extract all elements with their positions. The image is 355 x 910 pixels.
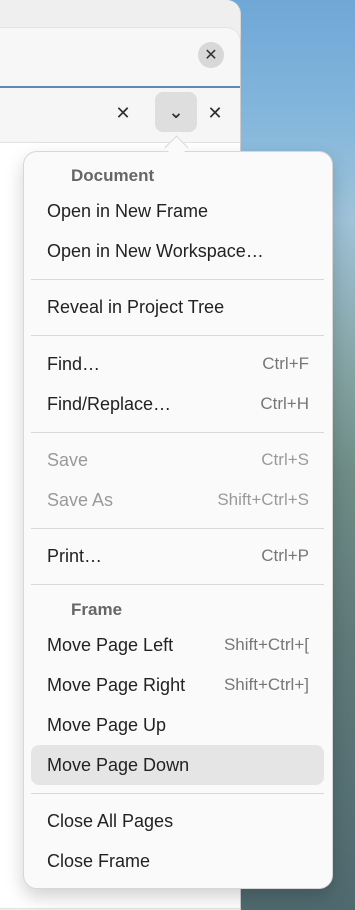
section-header-frame: Frame xyxy=(71,600,123,619)
menu-item-label: Close Frame xyxy=(47,851,151,871)
menu-item-find[interactable]: Find… Ctrl+F xyxy=(31,344,324,384)
menu-item-reveal-project-tree[interactable]: Reveal in Project Tree xyxy=(31,287,324,327)
menu-item-shortcut: Ctrl+S xyxy=(261,450,309,469)
tab-bar: ✕ ⌄ ✕ xyxy=(0,88,240,143)
menu-item-move-page-left[interactable]: Move Page Left Shift+Ctrl+[ xyxy=(31,625,324,665)
menu-divider xyxy=(31,432,324,433)
document-menu: Document Open in New Frame Open in New W… xyxy=(23,151,333,889)
document-menu-button[interactable]: ⌄ xyxy=(155,92,197,132)
menu-item-label: Open in New Workspace… xyxy=(47,241,264,261)
menu-item-shortcut: Shift+Ctrl+S xyxy=(217,490,309,509)
menu-item-label: Move Page Right xyxy=(47,675,186,695)
close-icon: ✕ xyxy=(204,47,218,64)
menu-item-label: Reveal in Project Tree xyxy=(47,297,225,317)
menu-item-move-page-up[interactable]: Move Page Up xyxy=(31,705,324,745)
menu-item-move-page-down[interactable]: Move Page Down xyxy=(31,745,324,785)
menu-item-print[interactable]: Print… Ctrl+P xyxy=(31,536,324,576)
menu-divider xyxy=(31,584,324,585)
close-icon: ✕ xyxy=(115,103,131,123)
menu-item-save[interactable]: Save Ctrl+S xyxy=(31,440,324,480)
menu-item-label: Save xyxy=(47,450,89,470)
menu-item-shortcut: Shift+Ctrl+[ xyxy=(223,635,309,654)
menu-item-label: Move Page Down xyxy=(47,755,190,775)
menu-item-move-page-right[interactable]: Move Page Right Shift+Ctrl+] xyxy=(31,665,324,705)
tab-close-button[interactable]: ✕ xyxy=(114,104,132,122)
frame-close-button[interactable]: ✕ xyxy=(206,104,224,122)
menu-item-label: Close All Pages xyxy=(47,811,174,831)
menu-item-label: Save As xyxy=(47,490,114,510)
menu-item-label: Move Page Left xyxy=(47,635,174,655)
title-bar: ✕ xyxy=(0,28,240,88)
menu-item-label: Find/Replace… xyxy=(47,394,172,414)
menu-divider xyxy=(31,793,324,794)
menu-item-shortcut: Ctrl+P xyxy=(261,546,309,565)
menu-item-find-replace[interactable]: Find/Replace… Ctrl+H xyxy=(31,384,324,424)
menu-item-close-frame[interactable]: Close Frame xyxy=(31,841,324,881)
menu-item-save-as[interactable]: Save As Shift+Ctrl+S xyxy=(31,480,324,520)
menu-item-open-new-frame[interactable]: Open in New Frame xyxy=(31,191,324,231)
section-header-document: Document xyxy=(71,166,155,185)
window-close-button[interactable]: ✕ xyxy=(198,42,224,68)
menu-divider xyxy=(31,528,324,529)
menu-item-shortcut: Shift+Ctrl+] xyxy=(223,675,309,694)
menu-item-shortcut: Ctrl+H xyxy=(260,394,309,413)
menu-item-label: Find… xyxy=(47,354,101,374)
menu-item-close-all-pages[interactable]: Close All Pages xyxy=(31,801,324,841)
menu-item-open-new-workspace[interactable]: Open in New Workspace… xyxy=(31,231,324,271)
chevron-down-icon: ⌄ xyxy=(168,101,184,122)
menu-divider xyxy=(31,279,324,280)
menu-item-label: Print… xyxy=(47,546,103,566)
menu-item-label: Open in New Frame xyxy=(47,201,209,221)
menu-item-shortcut: Ctrl+F xyxy=(262,354,309,373)
close-icon: ✕ xyxy=(207,103,223,123)
menu-item-label: Move Page Up xyxy=(47,715,167,735)
menu-divider xyxy=(31,335,324,336)
